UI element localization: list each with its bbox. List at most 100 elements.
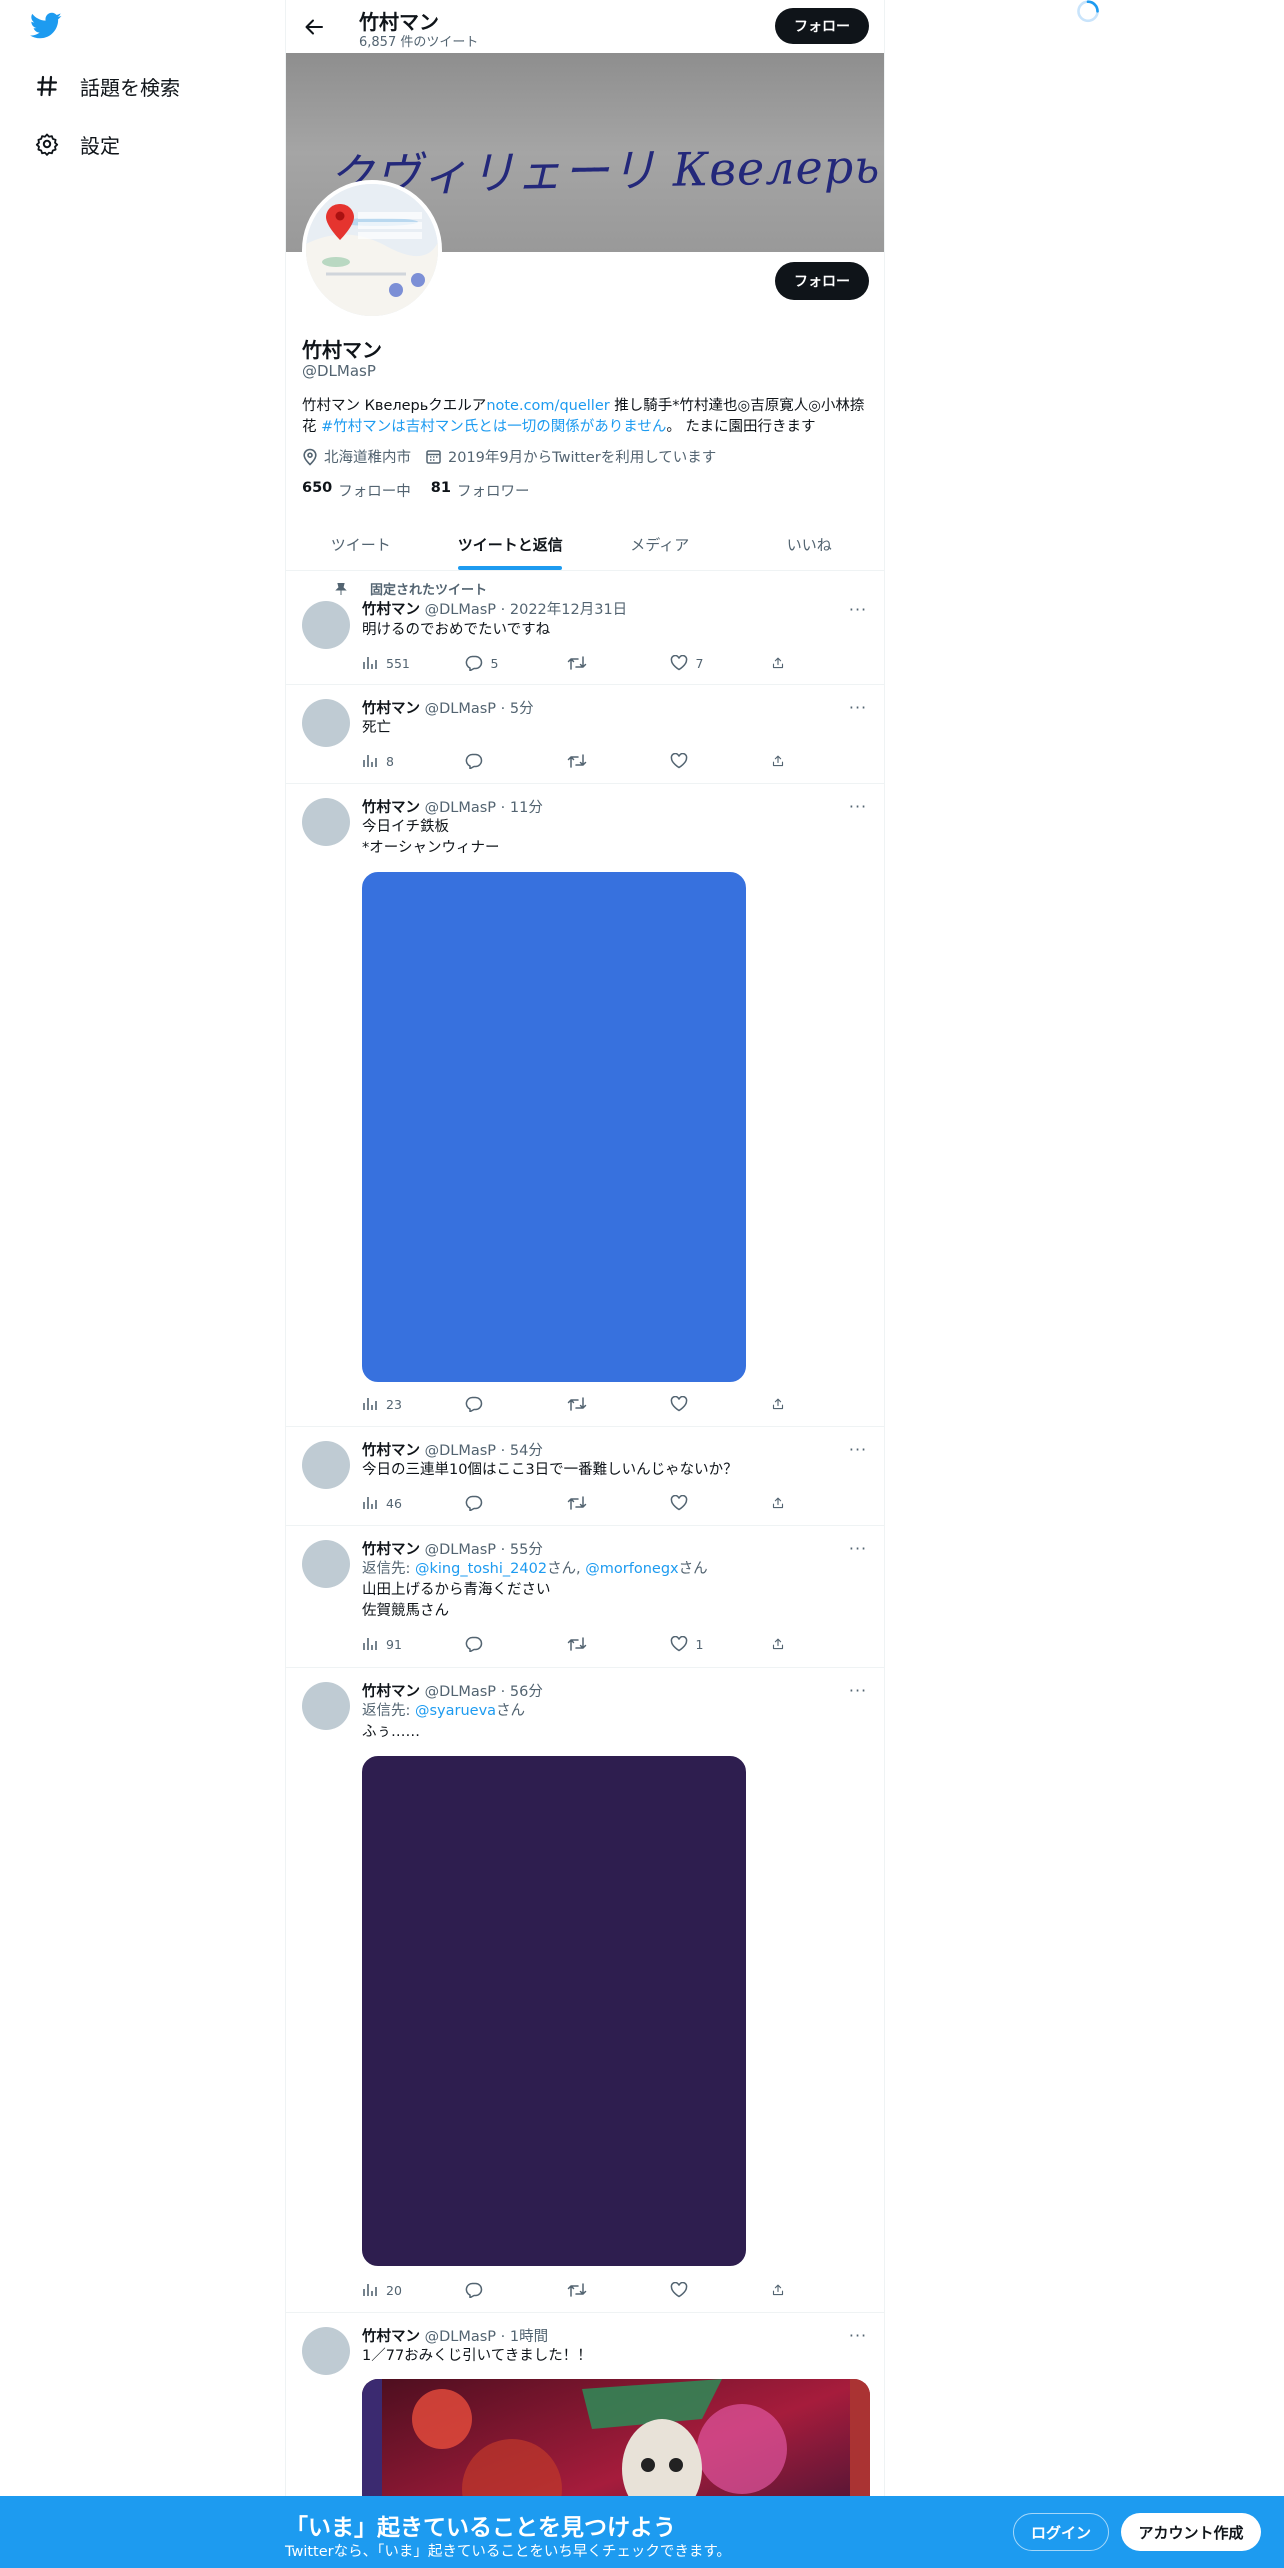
replies-action[interactable]: 5 xyxy=(465,655,535,671)
signup-prompt-bar: 「いま」起きていることを見つけよう Twitterなら、「いま」起きていることを… xyxy=(0,2496,1284,2568)
tweet[interactable]: 竹村マン @DLMasP · 54分 ··· 今日の三連単10個はここ3日で一番… xyxy=(286,1427,884,1526)
author-name[interactable]: 竹村マン xyxy=(362,1542,420,1558)
retweets-action[interactable] xyxy=(567,1396,637,1412)
tweet-actions: 46 xyxy=(362,1493,792,1513)
likes-action[interactable] xyxy=(670,2282,740,2298)
profile-handle: @DLMasP xyxy=(302,362,376,380)
views-action[interactable]: 20 xyxy=(362,2282,432,2298)
avatar[interactable] xyxy=(302,699,350,747)
replies-action[interactable] xyxy=(465,1636,535,1652)
views-action[interactable]: 91 xyxy=(362,1636,432,1652)
share-icon[interactable] xyxy=(772,655,792,671)
tweet[interactable]: 固定されたツイート 竹村マン @DLMasP · 2022年12月31日 ···… xyxy=(286,571,884,685)
retweets-action[interactable] xyxy=(567,655,637,671)
replies-action[interactable] xyxy=(465,753,535,769)
tweet-meta: @DLMasP · 5分 xyxy=(424,701,534,717)
likes-action[interactable] xyxy=(670,1495,740,1511)
avatar[interactable] xyxy=(302,2327,350,2375)
reply-icon xyxy=(465,1396,491,1412)
reply-user-link[interactable]: @king_toshi_2402 xyxy=(415,1561,547,1577)
replies-action[interactable] xyxy=(465,1495,535,1511)
retweets-action[interactable] xyxy=(567,2282,637,2298)
reply-suffix: さん xyxy=(496,1703,526,1719)
share-icon[interactable] xyxy=(772,1396,792,1412)
reply-prefix: 返信先: xyxy=(362,1561,415,1577)
tweet-actions: 551 5 7 xyxy=(362,653,792,673)
followers-link[interactable]: 81 フォロワー xyxy=(431,480,530,501)
author-name[interactable]: 竹村マン xyxy=(362,800,420,816)
reply-user-link[interactable]: @morfonegx xyxy=(585,1561,678,1577)
tab-tweets[interactable]: ツイート xyxy=(286,518,436,570)
profile-follow-button[interactable]: フォロー xyxy=(775,262,869,300)
back-arrow-icon[interactable] xyxy=(300,13,328,41)
nav-settings[interactable]: 設定 xyxy=(34,124,120,164)
views-action[interactable]: 551 xyxy=(362,655,432,671)
replies-count: 5 xyxy=(490,655,499,671)
more-options-icon[interactable]: ··· xyxy=(848,1680,868,1700)
author-name[interactable]: 竹村マン xyxy=(362,2329,420,2345)
signup-button[interactable]: アカウント作成 xyxy=(1121,2513,1261,2551)
tweet-meta: @DLMasP · 55分 xyxy=(424,1542,543,1558)
more-options-icon[interactable]: ··· xyxy=(848,796,868,816)
views-count: 551 xyxy=(386,655,410,671)
avatar[interactable] xyxy=(302,601,350,649)
tweet[interactable]: 竹村マン @DLMasP · 5分 ··· 死亡 8 xyxy=(286,685,884,784)
author-name[interactable]: 竹村マン xyxy=(362,1443,420,1459)
reply-user-link[interactable]: @syarueva xyxy=(415,1703,496,1719)
more-options-icon[interactable]: ··· xyxy=(848,599,868,619)
avatar[interactable] xyxy=(302,1682,350,1730)
tab-likes[interactable]: いいね xyxy=(735,518,885,570)
tweet-text: 明けるのでおめでたいですね xyxy=(362,622,551,638)
share-icon[interactable] xyxy=(772,1495,792,1511)
more-options-icon[interactable]: ··· xyxy=(848,697,868,717)
share-icon[interactable] xyxy=(772,753,792,769)
profile-avatar[interactable] xyxy=(302,180,442,320)
replies-action[interactable] xyxy=(465,1396,535,1412)
share-icon[interactable] xyxy=(772,2282,792,2298)
tweet-image[interactable] xyxy=(362,1756,746,2266)
share-icon[interactable] xyxy=(772,1636,792,1652)
likes-action[interactable] xyxy=(670,753,740,769)
tweet[interactable]: 竹村マン @DLMasP · 11分 ··· 今日イチ鉄板 *オーシャンウィナー… xyxy=(286,784,884,1427)
profile-follow-stats: 650 フォロー中 81 フォロワー xyxy=(302,480,549,501)
reply-suffix: さん xyxy=(678,1561,708,1577)
avatar[interactable] xyxy=(302,1540,350,1588)
replies-action[interactable] xyxy=(465,2282,535,2298)
more-options-icon[interactable]: ··· xyxy=(848,2325,868,2345)
retweets-action[interactable] xyxy=(567,1495,637,1511)
author-name[interactable]: 竹村マン xyxy=(362,701,420,717)
retweet-icon xyxy=(567,753,595,769)
likes-action[interactable]: 7 xyxy=(670,655,740,671)
tweet-image[interactable] xyxy=(362,872,746,1382)
avatar[interactable] xyxy=(302,798,350,846)
avatar[interactable] xyxy=(302,1441,350,1489)
views-action[interactable]: 23 xyxy=(362,1396,432,1412)
login-button[interactable]: ログイン xyxy=(1013,2513,1109,2551)
views-action[interactable]: 8 xyxy=(362,753,432,769)
likes-action[interactable]: 1 xyxy=(670,1636,740,1652)
likes-action[interactable] xyxy=(670,1396,740,1412)
tweet[interactable]: 竹村マン @DLMasP · 55分 ··· 返信先: @king_toshi_… xyxy=(286,1526,884,1668)
tab-media[interactable]: メディア xyxy=(585,518,735,570)
header-follow-button[interactable]: フォロー xyxy=(775,8,869,44)
views-count: 46 xyxy=(386,1495,402,1511)
more-options-icon[interactable]: ··· xyxy=(848,1439,868,1459)
more-options-icon[interactable]: ··· xyxy=(848,1538,868,1558)
tweet[interactable]: 竹村マン @DLMasP · 56分 ··· 返信先: @syaruevaさん … xyxy=(286,1668,884,2313)
views-count: 91 xyxy=(386,1636,402,1652)
following-link[interactable]: 650 フォロー中 xyxy=(302,480,411,501)
views-action[interactable]: 46 xyxy=(362,1495,432,1511)
twitter-logo-icon[interactable] xyxy=(30,12,66,48)
following-label: フォロー中 xyxy=(338,484,411,500)
author-name[interactable]: 竹村マン xyxy=(362,602,420,618)
author-name[interactable]: 竹村マン xyxy=(362,1684,420,1700)
retweets-action[interactable] xyxy=(567,753,637,769)
gear-icon xyxy=(34,131,60,157)
bio-link[interactable]: note.com/queller xyxy=(486,398,609,414)
tab-tweets-and-replies[interactable]: ツイートと返信 xyxy=(436,518,586,570)
tweet-text: 今日イチ鉄板 xyxy=(362,819,449,835)
nav-explore[interactable]: 話題を検索 xyxy=(34,66,180,106)
bio-hashtag[interactable]: #竹村マンは吉村マン氏とは一切の関係がありません xyxy=(321,419,666,435)
retweets-action[interactable] xyxy=(567,1636,637,1652)
views-chart-icon xyxy=(362,2282,386,2298)
